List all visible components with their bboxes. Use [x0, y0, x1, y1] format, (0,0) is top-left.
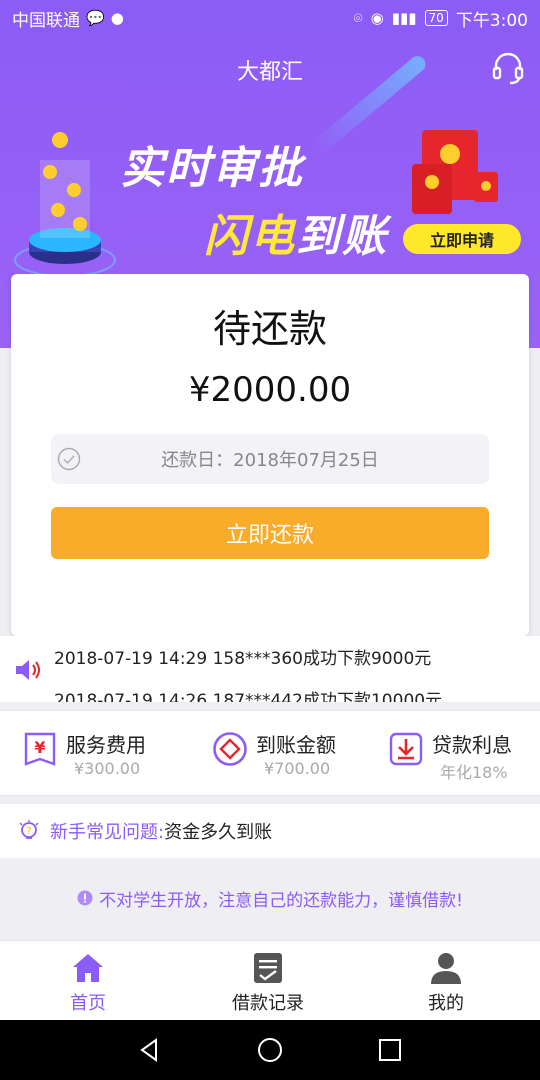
record-icon	[254, 953, 282, 983]
repay-amount: ¥2000.00	[188, 370, 352, 410]
faq-question: 资金多久到账	[164, 822, 273, 843]
faq-row[interactable]: ? 新手常见问题: 资金多久到账	[0, 804, 540, 858]
notice-banner: 不对学生开放，注意自己的还款能力，谨慎借款!	[0, 858, 540, 938]
notification-icon: ●	[110, 9, 124, 27]
coin-stack-icon	[14, 132, 116, 277]
bottom-tab-bar: 首页 借款记录 我的	[0, 940, 540, 1020]
user-icon	[431, 953, 461, 984]
status-bar: 中国联通 💬 ● ⌾ ◉ ▮▮▮ 70 下午3:00	[0, 0, 540, 36]
fee-value: ¥700.00	[264, 759, 331, 778]
fee-name: 贷款利息	[432, 733, 512, 757]
tab-home[interactable]: 首页	[28, 951, 148, 1015]
banner-headline-2b: 到账	[296, 211, 388, 262]
download-box-icon	[389, 732, 423, 766]
svg-text:?: ?	[26, 826, 31, 837]
red-envelope-icon	[412, 130, 498, 214]
fee-interest: 贷款利息 年化18%	[388, 729, 538, 785]
svg-text:¥: ¥	[34, 738, 45, 757]
fee-value: 年化18%	[440, 763, 508, 782]
check-circle-icon	[57, 447, 81, 471]
banner-headline-1: 实时审批	[120, 143, 304, 194]
tab-label: 首页	[70, 993, 106, 1014]
system-nav-bar	[0, 1020, 540, 1080]
ticker-item: 2018-07-19 14:26 187***442成功下款10000元	[54, 691, 443, 702]
page-title: 大都汇	[236, 60, 303, 85]
signal-icon: ▮▮▮	[391, 9, 417, 27]
eye-icon: ◉	[370, 9, 384, 27]
clock: 下午3:00	[455, 10, 528, 31]
fee-name: 服务费用	[66, 733, 146, 757]
loan-ticker: 2018-07-19 14:29 158***360成功下款9000元 2018…	[0, 636, 540, 702]
home-circle-icon[interactable]	[256, 1036, 284, 1064]
tab-label: 我的	[428, 993, 464, 1014]
banner-headline-2a: 闪电	[204, 211, 296, 262]
diamond-circle-icon	[213, 732, 247, 766]
tab-mine[interactable]: 我的	[386, 951, 506, 1015]
repay-status-title: 待还款	[212, 307, 327, 351]
fee-value: ¥300.00	[74, 759, 141, 778]
recent-apps-icon[interactable]	[376, 1036, 404, 1064]
battery-icon: 70	[424, 10, 448, 26]
carrier-name: 中国联通	[12, 10, 80, 31]
due-date-text: 还款日：2018年07月25日	[161, 450, 379, 471]
tab-label: 借款记录	[232, 993, 304, 1014]
ticker-item: 2018-07-19 14:29 158***360成功下款9000元	[54, 649, 432, 669]
fee-service: ¥ 服务费用 ¥300.00	[22, 729, 172, 785]
notice-text: 不对学生开放，注意自己的还款能力，谨慎借款!	[99, 890, 463, 911]
info-icon	[77, 890, 93, 906]
tab-loan-records[interactable]: 借款记录	[208, 951, 328, 1015]
fee-name: 到账金额	[256, 733, 336, 757]
location-icon: ⌾	[353, 9, 363, 27]
repay-now-button[interactable]: 立即还款	[51, 507, 489, 559]
speaker-icon	[16, 660, 40, 680]
fees-row: ¥ 服务费用 ¥300.00 到账金额 ¥700.00 贷款利息 年化18%	[0, 710, 540, 796]
apply-now-button[interactable]: 立即申请	[403, 224, 521, 254]
home-icon	[73, 954, 103, 982]
wechat-icon: 💬	[86, 9, 105, 27]
banner-headline-2: 闪电到账	[204, 200, 388, 264]
headset-icon[interactable]	[490, 50, 526, 86]
repay-card: 待还款 ¥2000.00 还款日：2018年07月25日 立即还款	[11, 274, 529, 636]
faq-label: 新手常见问题:	[50, 822, 165, 843]
back-icon[interactable]	[136, 1036, 164, 1064]
fee-received: 到账金额 ¥700.00	[212, 729, 362, 785]
receipt-yen-icon: ¥	[24, 732, 56, 766]
due-date-box: 还款日：2018年07月25日	[51, 434, 489, 484]
lightbulb-icon: ?	[19, 820, 39, 839]
